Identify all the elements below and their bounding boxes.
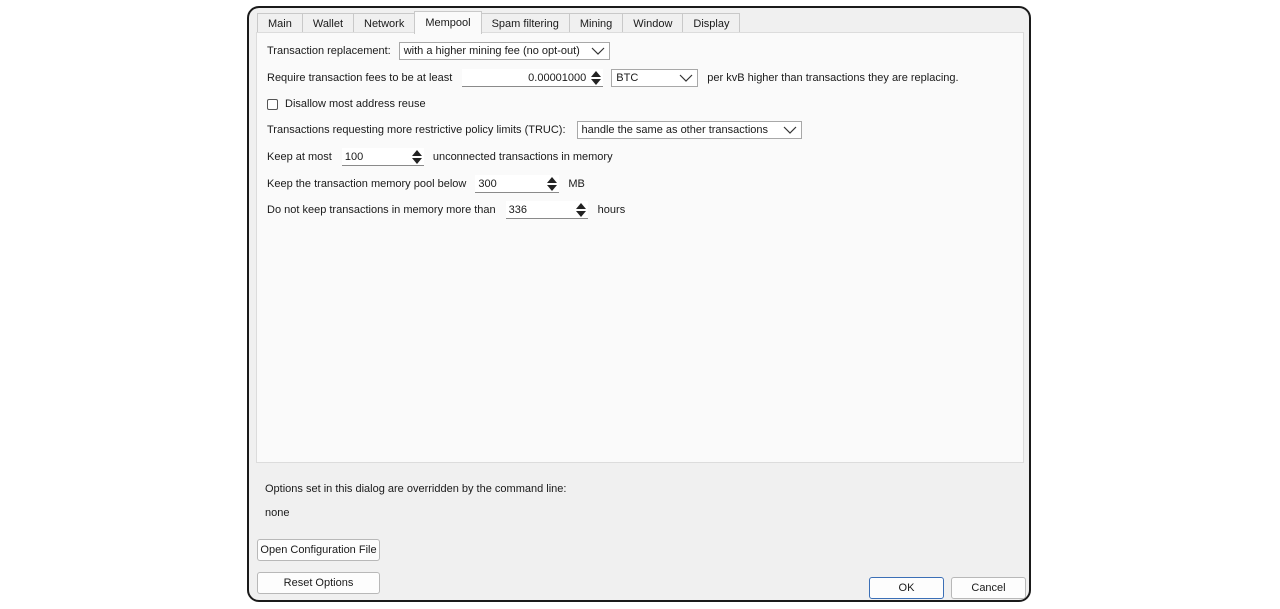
- orphan-value: 100: [344, 150, 364, 163]
- pool-size-suffix: MB: [568, 178, 585, 190]
- orphan-spinbox[interactable]: 100: [341, 148, 424, 166]
- expiry-spinbox[interactable]: 336: [505, 201, 588, 219]
- options-dialog: Main Wallet Network Mempool Spam filteri…: [247, 6, 1031, 602]
- fee-suffix: per kvB higher than transactions they ar…: [707, 72, 959, 84]
- expiry-value: 336: [508, 203, 528, 216]
- address-reuse-label[interactable]: Disallow most address reuse: [285, 98, 426, 110]
- pool-size-value: 300: [478, 177, 497, 190]
- chevron-down-icon: [783, 126, 796, 134]
- replacement-select[interactable]: with a higher mining fee (no opt-out): [398, 42, 610, 60]
- address-reuse-checkbox[interactable]: [267, 98, 278, 110]
- open-config-button[interactable]: Open Configuration File: [257, 539, 380, 561]
- address-reuse-row: Disallow most address reuse: [267, 94, 426, 114]
- cancel-button[interactable]: Cancel: [951, 577, 1026, 599]
- pool-size-row: Keep the transaction memory pool below 3…: [267, 174, 585, 194]
- fee-row: Require transaction fees to be at least …: [267, 68, 959, 88]
- fee-unit-value: BTC: [616, 72, 639, 84]
- expiry-row: Do not keep transactions in memory more …: [267, 200, 625, 220]
- orphan-row: Keep at most 100 unconnected transaction…: [267, 147, 613, 167]
- fee-spinbox[interactable]: 0.00001000: [462, 69, 604, 87]
- tab-display[interactable]: Display: [682, 13, 741, 34]
- spin-arrows-icon[interactable]: [410, 148, 424, 166]
- truc-row: Transactions requesting more restrictive…: [267, 120, 802, 140]
- fee-value: 0.00001000: [528, 71, 587, 84]
- replacement-select-value: with a higher mining fee (no opt-out): [403, 45, 580, 57]
- fee-label: Require transaction fees to be at least: [267, 72, 453, 84]
- truc-label: Transactions requesting more restrictive…: [267, 124, 566, 136]
- tab-main[interactable]: Main: [257, 13, 303, 34]
- tab-bar: Main Wallet Network Mempool Spam filteri…: [257, 11, 741, 34]
- orphan-suffix: unconnected transactions in memory: [432, 151, 613, 163]
- orphan-prefix: Keep at most: [267, 151, 332, 163]
- spin-arrows-icon[interactable]: [574, 201, 588, 219]
- spin-arrows-icon[interactable]: [545, 175, 559, 193]
- truc-select-value: handle the same as other transactions: [581, 124, 769, 136]
- spin-arrows-icon[interactable]: [589, 69, 603, 87]
- tab-network[interactable]: Network: [353, 13, 416, 34]
- pool-size-spinbox[interactable]: 300: [475, 175, 560, 193]
- override-value: none: [265, 507, 290, 519]
- expiry-prefix: Do not keep transactions in memory more …: [267, 204, 496, 216]
- replacement-label: Transaction replacement:: [267, 45, 391, 57]
- ok-button[interactable]: OK: [869, 577, 944, 599]
- chevron-down-icon: [679, 74, 693, 82]
- tab-mempool[interactable]: Mempool: [414, 11, 482, 34]
- truc-select[interactable]: handle the same as other transactions: [576, 121, 802, 139]
- reset-options-button[interactable]: Reset Options: [257, 572, 380, 594]
- replacement-row: Transaction replacement: with a higher m…: [267, 41, 610, 61]
- fee-unit-select[interactable]: BTC: [611, 69, 699, 87]
- expiry-suffix: hours: [597, 204, 626, 216]
- chevron-down-icon: [591, 47, 605, 55]
- override-note: Options set in this dialog are overridde…: [265, 483, 567, 495]
- tab-mining[interactable]: Mining: [568, 13, 624, 34]
- mempool-page: Transaction replacement: with a higher m…: [256, 32, 1024, 463]
- tab-window[interactable]: Window: [622, 13, 684, 34]
- tab-wallet[interactable]: Wallet: [301, 13, 354, 34]
- tab-spam-filtering[interactable]: Spam filtering: [480, 13, 570, 34]
- pool-size-prefix: Keep the transaction memory pool below: [267, 178, 467, 190]
